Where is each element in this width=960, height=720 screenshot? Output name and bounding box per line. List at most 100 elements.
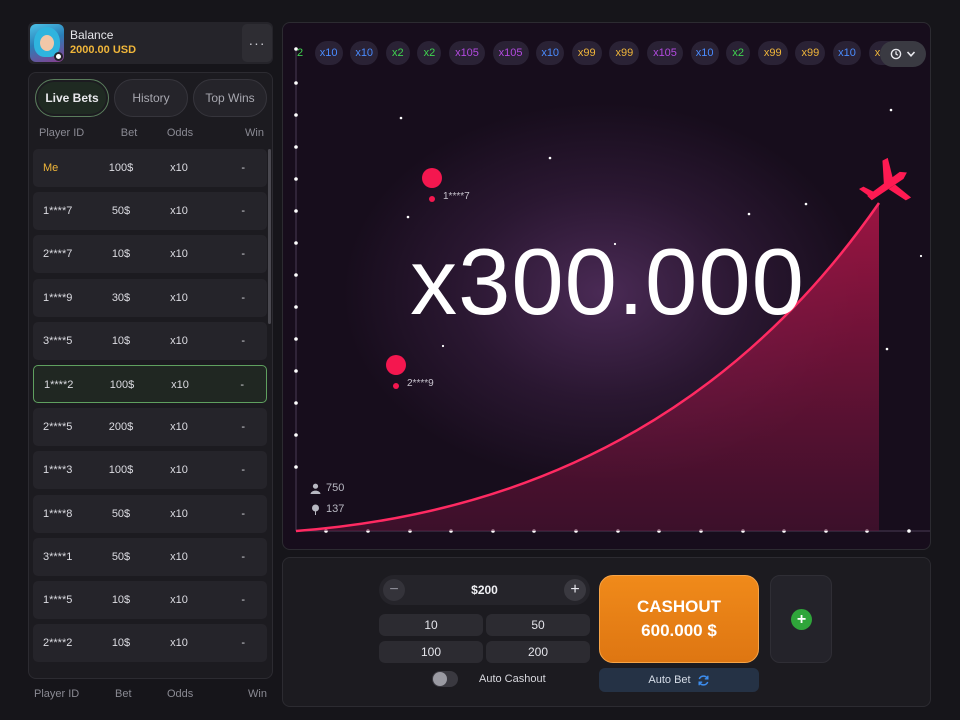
row-odds: x10 (170, 291, 188, 304)
row-bet: 50$ (111, 205, 131, 218)
bets-table-footer: Player ID Bet Odds Win (28, 688, 273, 704)
balance-card: Balance 2000.00 USD ··· (28, 22, 273, 64)
history-chip[interactable]: x99 (609, 41, 640, 65)
cashout-player-tag: 2****9 (407, 378, 434, 389)
history-chip[interactable]: x105 (647, 41, 683, 65)
row-bet: 200$ (108, 421, 134, 434)
table-row: 1****9 30$ x10 - (33, 278, 267, 317)
row-win: - (241, 637, 245, 650)
table-row: 1****3 100$ x10 - (33, 451, 267, 490)
history-toggle-button[interactable] (880, 41, 926, 67)
row-bet: 100$ (109, 378, 135, 391)
history-chip[interactable]: x105 (492, 41, 529, 65)
table-row: 1****5 10$ x10 - (33, 580, 267, 619)
row-win: - (241, 550, 245, 563)
history-chip[interactable]: x10 (536, 41, 565, 65)
row-odds: x10 (170, 507, 188, 520)
row-win: - (241, 162, 245, 174)
bets-tabs: Live Bets History Top Wins (35, 79, 267, 117)
bets-scrollbar[interactable] (268, 149, 271, 324)
cashout-button[interactable]: CASHOUT 600.000 $ (599, 575, 759, 663)
row-win: - (241, 507, 245, 520)
history-chip[interactable]: x10 (350, 41, 379, 65)
row-player-id: 2****2 (43, 637, 73, 650)
user-icon (310, 483, 321, 494)
row-win: - (241, 421, 245, 434)
table-row: 1****2 100$ x10 - (33, 364, 267, 403)
row-player-id: 1****7 (43, 205, 73, 218)
quick-amount-200[interactable]: 200 (486, 641, 590, 663)
row-bet: 30$ (111, 291, 131, 304)
table-row: 3****5 10$ x10 - (33, 321, 267, 360)
balance-label: Balance (70, 28, 114, 42)
row-odds: x10 (170, 421, 188, 434)
row-player-id: 1****3 (43, 464, 73, 477)
row-odds: x10 (170, 248, 188, 261)
footer-player-id: Player ID (34, 688, 80, 700)
history-chip[interactable]: x10 (833, 41, 861, 65)
row-player-id: Me (43, 162, 59, 174)
row-odds: x10 (170, 550, 188, 563)
auto-bet-button[interactable]: Auto Bet (599, 668, 759, 692)
current-multiplier: x300.000 (410, 229, 805, 334)
tab-top-wins[interactable]: Top Wins (193, 79, 267, 117)
table-row: 1****8 50$ x10 - (33, 494, 267, 533)
row-win: - (240, 378, 244, 391)
history-chip[interactable]: x2 (385, 41, 410, 65)
table-row: 1****7 50$ x10 - (33, 192, 267, 231)
row-bet: 10$ (111, 637, 131, 650)
row-odds: x10 (170, 334, 188, 347)
row-odds: x10 (171, 378, 189, 391)
history-chip[interactable]: x10 (690, 41, 719, 65)
add-bet-button[interactable]: + (791, 609, 812, 630)
players-count: 750 (326, 482, 345, 494)
row-win: - (241, 464, 245, 477)
history-icon (890, 48, 902, 60)
quick-amount-100[interactable]: 100 (379, 641, 483, 663)
history-chip[interactable]: x2 (726, 41, 751, 65)
row-bet: 10$ (111, 248, 131, 261)
row-bet: 10$ (111, 334, 131, 347)
increase-amount-button[interactable]: + (564, 579, 586, 601)
quick-amount-10[interactable]: 10 (379, 614, 483, 636)
history-chip[interactable]: x99 (795, 41, 826, 65)
header-win: Win (245, 127, 264, 139)
header-odds: Odds (166, 127, 194, 139)
footer-win: Win (248, 688, 267, 700)
more-menu-button[interactable]: ··· (242, 24, 272, 62)
history-chip[interactable]: 2 (293, 41, 307, 65)
row-odds: x10 (170, 593, 188, 606)
row-player-id: 2****5 (43, 421, 73, 434)
row-odds: x10 (170, 205, 188, 218)
bets-table-header: Player ID Bet Odds Win (29, 127, 272, 143)
history-chip[interactable]: x99 (757, 41, 788, 65)
cashouts-stat: 137 (310, 503, 344, 515)
avatar[interactable] (30, 24, 64, 62)
footer-bet: Bet (115, 688, 132, 700)
row-odds: x10 (170, 464, 188, 477)
avatar-face (40, 35, 54, 51)
tab-history[interactable]: History (114, 79, 188, 117)
cashouts-count: 137 (326, 503, 345, 515)
row-player-id: 2****7 (43, 248, 73, 261)
quick-amount-50[interactable]: 50 (486, 614, 590, 636)
bet-controls: − $200 + 10 50 100 200 Auto Cashout CASH… (282, 557, 931, 707)
add-bet-slot: + (770, 575, 832, 663)
bet-amount-value[interactable]: $200 (379, 583, 590, 597)
history-chip[interactable]: x2 (417, 41, 442, 65)
multiplier-history: 2 x10 x10 x2 x2 x105 x105 x10 x99 x99 x105 x10 x2 x99… (293, 41, 899, 65)
table-row: 3****1 50$ x10 - (33, 537, 267, 576)
history-chip[interactable]: x10 (314, 41, 343, 65)
row-odds: x10 (170, 162, 188, 174)
auto-cashout-toggle[interactable] (432, 671, 458, 687)
row-bet: 50$ (111, 507, 131, 520)
header-player-id: Player ID (39, 127, 85, 139)
row-win: - (241, 334, 245, 347)
history-chip[interactable]: x105 (449, 41, 485, 65)
plane-icon (858, 157, 912, 201)
history-chip[interactable]: x99 (571, 41, 602, 65)
bets-panel: Live Bets History Top Wins Player ID Bet… (28, 72, 273, 679)
row-bet: 100$ (108, 162, 134, 174)
row-bet: 10$ (111, 593, 131, 606)
tab-live-bets[interactable]: Live Bets (35, 79, 109, 117)
